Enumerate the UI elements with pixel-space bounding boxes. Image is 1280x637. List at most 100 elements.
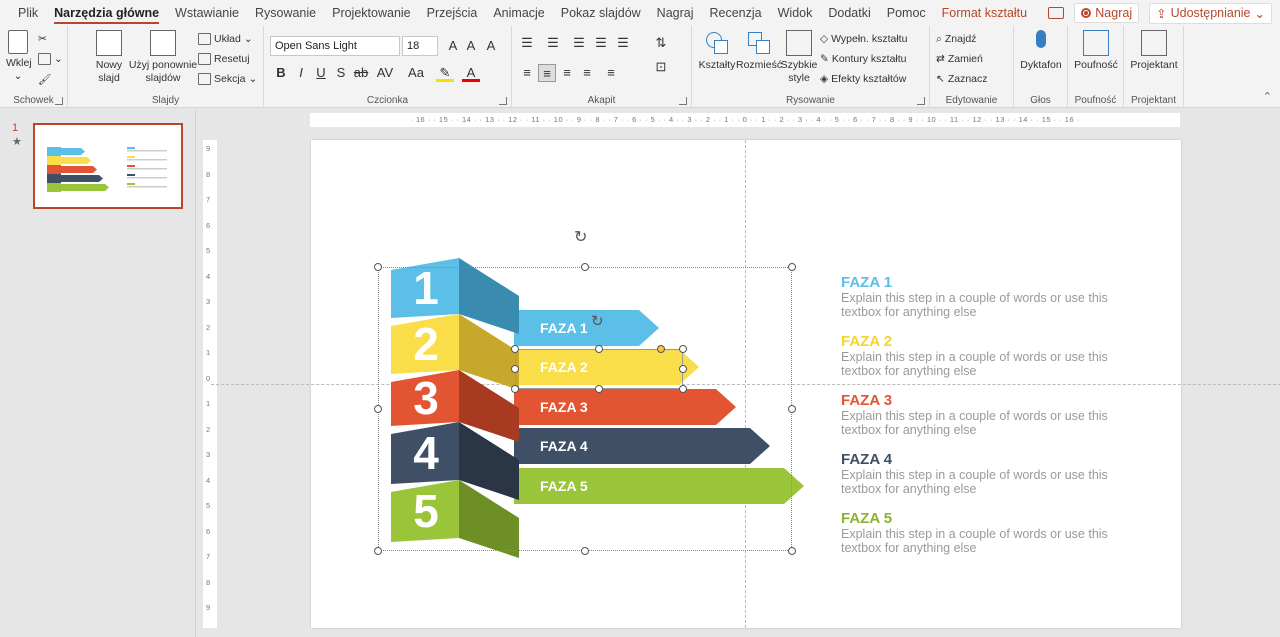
align-right-button[interactable]: ≡: [558, 64, 576, 82]
shape-effects-button[interactable]: ◈ Efekty kształtów: [820, 70, 906, 88]
shape-fill-button[interactable]: ◇ Wypełn. kształtu: [820, 30, 907, 48]
strikethrough-button[interactable]: ab: [352, 64, 370, 82]
char-spacing-button[interactable]: AV: [376, 64, 394, 82]
font-name-field[interactable]: Open Sans Light: [270, 36, 400, 56]
line-spacing-button[interactable]: ☰: [614, 34, 632, 52]
tab-record[interactable]: Nagraj: [649, 0, 702, 26]
copy-button[interactable]: ⌄: [38, 50, 63, 68]
clear-format-icon[interactable]: A: [482, 37, 500, 55]
slide-canvas[interactable]: FAZA 1 FAZA 2 FAZA 3 FAZA 4 FAZA 512345 FAZA…: [211, 140, 1280, 628]
arrange-button[interactable]: Rozmieść: [736, 30, 782, 72]
resize-handle[interactable]: [595, 345, 603, 353]
tab-help[interactable]: Pomoc: [879, 0, 934, 26]
dialog-launcher-icon[interactable]: [55, 97, 63, 105]
adjust-handle[interactable]: [657, 345, 665, 353]
resize-handle[interactable]: [679, 385, 687, 393]
justify-button[interactable]: ≡: [578, 64, 596, 82]
tab-insert[interactable]: Wstawianie: [167, 0, 247, 26]
group-designer: Projektant Projektant: [1124, 26, 1184, 108]
tab-file[interactable]: Plik: [10, 0, 46, 26]
align-center-button[interactable]: ≡: [538, 64, 556, 82]
cut-button[interactable]: ✂: [38, 30, 47, 48]
numbering-button[interactable]: ☰: [544, 34, 562, 52]
quick-styles-button[interactable]: Szybkie style: [780, 30, 818, 85]
tab-shape-format[interactable]: Format kształtu: [934, 0, 1035, 26]
change-case-button[interactable]: Aa: [404, 64, 428, 82]
tab-design[interactable]: Projektowanie: [324, 0, 419, 26]
resize-handle[interactable]: [511, 385, 519, 393]
tab-addins[interactable]: Dodatki: [820, 0, 878, 26]
shrink-font-button[interactable]: A: [462, 37, 480, 55]
format-painter-button[interactable]: 🖌: [38, 70, 51, 88]
tab-transitions[interactable]: Przejścia: [419, 0, 486, 26]
italic-button[interactable]: I: [292, 64, 310, 82]
thumbnail-arrow: [61, 175, 103, 182]
rotate-handle-icon[interactable]: ↻: [574, 227, 587, 247]
dictate-button[interactable]: Dyktafon: [1018, 30, 1064, 72]
resize-handle[interactable]: [788, 547, 796, 555]
share-button[interactable]: ⇪ Udostępnianie ⌄: [1149, 2, 1272, 24]
resize-handle[interactable]: [788, 263, 796, 271]
resize-handle[interactable]: [374, 547, 382, 555]
tab-draw[interactable]: Rysowanie: [247, 0, 324, 26]
resize-handle[interactable]: [511, 345, 519, 353]
phase-textbox[interactable]: FAZA 2 Explain this step in a couple of w…: [841, 333, 1131, 378]
resize-handle[interactable]: [679, 345, 687, 353]
align-left-button[interactable]: ≡: [518, 64, 536, 82]
dialog-launcher-icon[interactable]: [499, 97, 507, 105]
text-direction-button[interactable]: ⇅: [652, 34, 670, 52]
phase-textbox[interactable]: FAZA 5 Explain this step in a couple of w…: [841, 510, 1131, 555]
decrease-indent-button[interactable]: ☰: [570, 34, 588, 52]
bold-button[interactable]: B: [272, 64, 290, 82]
bullets-button[interactable]: ☰: [518, 34, 536, 52]
record-button[interactable]: Nagraj: [1074, 3, 1140, 23]
resize-handle[interactable]: [374, 263, 382, 271]
align-text-button[interactable]: ⊡: [652, 58, 670, 76]
dialog-launcher-icon[interactable]: [917, 97, 925, 105]
reset-button[interactable]: Resetuj: [198, 50, 250, 68]
collapse-ribbon-icon[interactable]: ⌃: [1263, 90, 1272, 103]
layout-label: Układ: [214, 33, 241, 45]
designer-button[interactable]: Projektant: [1128, 30, 1180, 72]
paste-button[interactable]: Wklej ⌄: [6, 30, 32, 83]
tab-review[interactable]: Recenzja: [702, 0, 770, 26]
new-slide-button[interactable]: Nowy slajd: [92, 30, 126, 85]
rotate-handle-icon[interactable]: ↻: [591, 312, 604, 330]
resize-handle[interactable]: [374, 405, 382, 413]
shadow-button[interactable]: S: [332, 64, 350, 82]
reuse-slides-button[interactable]: Użyj ponownie slajdów: [128, 30, 198, 85]
dialog-launcher-icon[interactable]: [679, 97, 687, 105]
shape-outline-button[interactable]: ✎ Kontury kształtu: [820, 50, 907, 68]
sensitivity-button[interactable]: Poufność: [1072, 30, 1120, 72]
slide-thumbnail[interactable]: [33, 123, 183, 209]
phase-textbox[interactable]: FAZA 4 Explain this step in a couple of w…: [841, 451, 1131, 496]
vertical-ruler-tick: 4: [206, 475, 211, 485]
tab-animations[interactable]: Animacje: [485, 0, 552, 26]
select-button[interactable]: ↖ Zaznacz: [936, 70, 988, 88]
phase-textbox[interactable]: FAZA 1 Explain this step in a couple of w…: [841, 274, 1131, 319]
group-font: Open Sans Light 18 A A A B I U S ab AV A…: [264, 26, 512, 108]
resize-handle[interactable]: [679, 365, 687, 373]
replace-button[interactable]: ⇄ Zamień: [936, 50, 983, 68]
section-button[interactable]: Sekcja ⌄: [198, 70, 257, 88]
font-size-field[interactable]: 18: [402, 36, 438, 56]
resize-handle[interactable]: [788, 405, 796, 413]
increase-indent-button[interactable]: ☰: [592, 34, 610, 52]
tab-slideshow[interactable]: Pokaz slajdów: [553, 0, 649, 26]
highlight-button[interactable]: ✎: [436, 64, 454, 82]
underline-button[interactable]: U: [312, 64, 330, 82]
columns-button[interactable]: ≡: [602, 64, 620, 82]
resize-handle[interactable]: [595, 385, 603, 393]
phase-textbox[interactable]: FAZA 3 Explain this step in a couple of w…: [841, 392, 1131, 437]
shapes-button[interactable]: Kształty: [698, 30, 736, 72]
resize-handle[interactable]: [581, 263, 589, 271]
tab-view[interactable]: Widok: [770, 0, 821, 26]
comments-icon[interactable]: [1048, 7, 1065, 19]
layout-button[interactable]: Układ ⌄: [198, 30, 253, 48]
resize-handle[interactable]: [511, 365, 519, 373]
resize-handle[interactable]: [581, 547, 589, 555]
tab-home[interactable]: Narzędzia główne: [46, 0, 167, 26]
find-button[interactable]: ⌕ Znajdź: [936, 30, 976, 48]
font-color-button[interactable]: A: [462, 64, 480, 82]
grow-font-button[interactable]: A: [444, 37, 462, 55]
